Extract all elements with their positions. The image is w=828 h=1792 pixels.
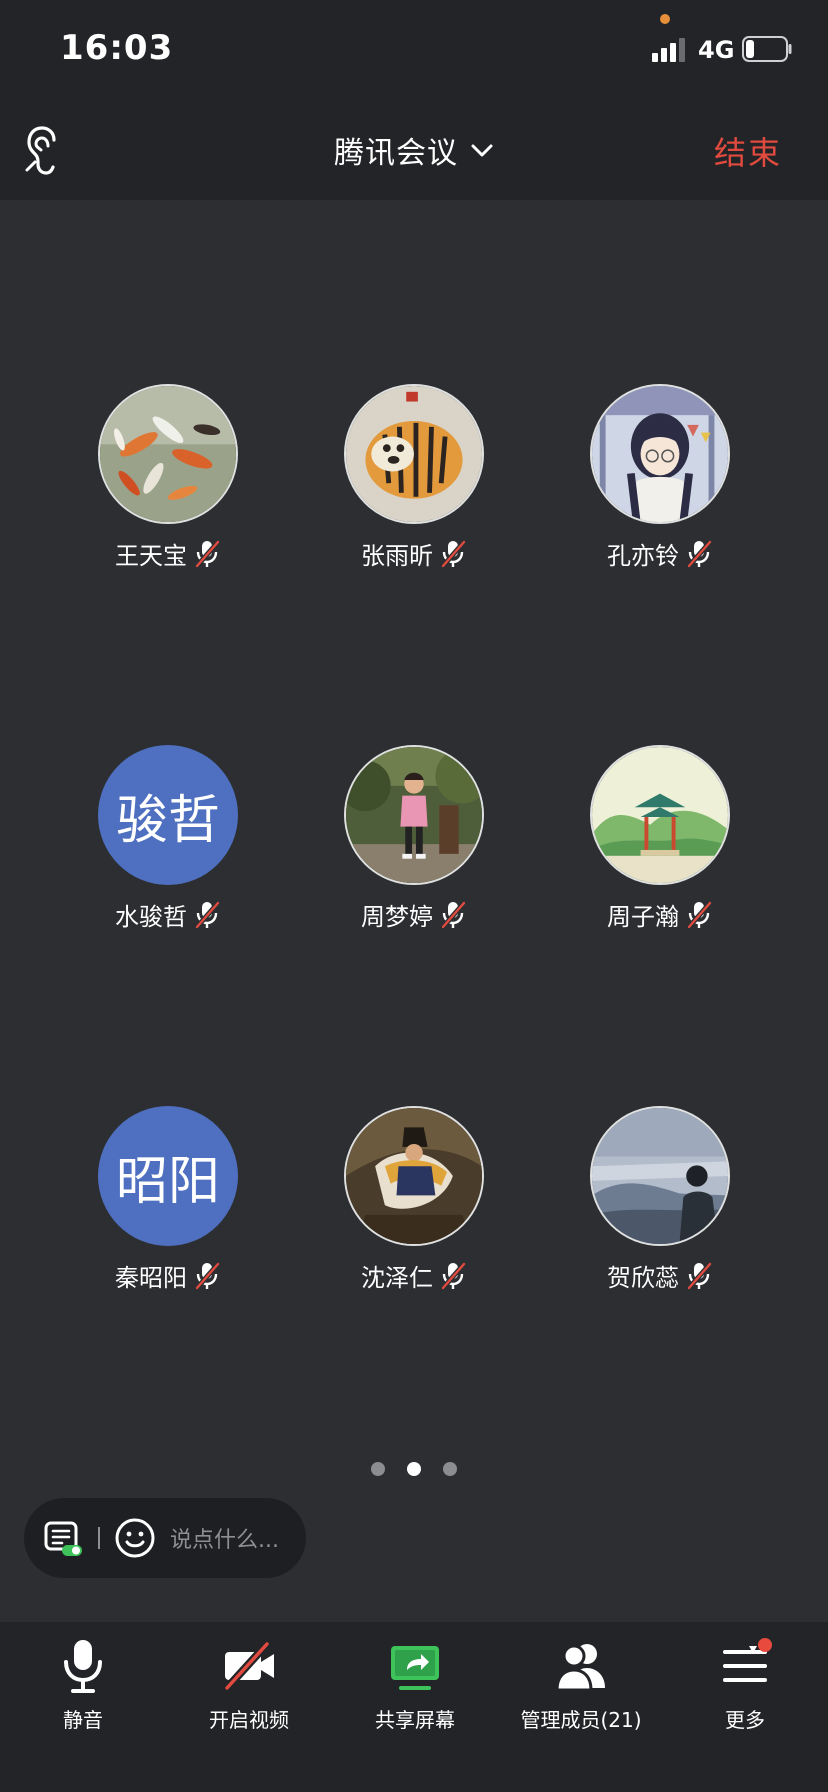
avatar: 昭阳 (98, 1106, 238, 1246)
participant-name: 孔亦铃 (607, 542, 679, 570)
video-off-icon (224, 1641, 274, 1691)
chat-divider (98, 1527, 100, 1549)
microphone-icon (64, 1640, 102, 1693)
page-dot[interactable] (443, 1462, 457, 1476)
mic-muted-icon (687, 539, 712, 568)
mic-muted-icon (687, 900, 712, 929)
page-dot[interactable] (371, 1462, 385, 1476)
more-label: 更多 (725, 1708, 765, 1732)
mute-label: 静音 (63, 1708, 103, 1732)
mute-button[interactable]: 静音 (0, 1636, 166, 1746)
members-icon (555, 1644, 605, 1692)
participant-grid: 王天宝 张雨昕 孔亦铃 骏哲 水骏哲 周梦婷 周子瀚 昭阳 秦昭阳 沈泽仁 贺欣… (0, 200, 828, 1430)
avatar (590, 384, 730, 524)
avatar (344, 745, 484, 885)
participant-tile[interactable]: 张雨昕 (314, 384, 514, 584)
participant-tile[interactable]: 王天宝 (68, 384, 268, 584)
meeting-header: 腾讯会议 结束 (0, 100, 828, 200)
meeting-title: 腾讯会议 (334, 136, 458, 171)
meeting-screen: 16:03 4G 腾讯会议 结束 王天宝 张雨昕 孔亦铃 骏哲 水骏哲 周梦婷 … (0, 0, 828, 1792)
avatar (344, 1106, 484, 1246)
status-bar: 16:03 4G (0, 0, 828, 100)
mic-muted-icon (441, 539, 466, 568)
participant-name: 周梦婷 (361, 903, 433, 931)
battery-icon (742, 36, 792, 62)
mic-muted-icon (687, 1261, 712, 1290)
network-type: 4G (698, 36, 735, 64)
avatar (98, 384, 238, 524)
mic-muted-icon (195, 1261, 220, 1290)
avatar (590, 1106, 730, 1246)
participant-name: 张雨昕 (361, 542, 433, 570)
participant-name: 周子瀚 (607, 903, 679, 931)
participant-tile[interactable]: 昭阳 秦昭阳 (68, 1106, 268, 1306)
participant-tile[interactable]: 骏哲 水骏哲 (68, 745, 268, 945)
share-screen-label: 共享屏幕 (375, 1708, 455, 1732)
participant-name: 贺欣蕊 (607, 1264, 679, 1292)
avatar (590, 745, 730, 885)
privacy-indicator-dot (660, 14, 670, 24)
cellular-signal-icon (652, 38, 685, 62)
end-meeting-button[interactable]: 结束 (714, 128, 782, 174)
ear-icon[interactable] (24, 126, 66, 176)
mic-muted-icon (441, 900, 466, 929)
meeting-title-dropdown[interactable]: 腾讯会议 (334, 128, 494, 172)
participant-name: 秦昭阳 (115, 1264, 187, 1292)
avatar: 骏哲 (98, 745, 238, 885)
participant-tile[interactable]: 周梦婷 (314, 745, 514, 945)
mic-muted-icon (441, 1261, 466, 1290)
participant-name: 水骏哲 (115, 903, 187, 931)
mic-muted-icon (195, 900, 220, 929)
participant-tile[interactable]: 贺欣蕊 (560, 1106, 760, 1306)
avatar (344, 384, 484, 524)
participant-name: 王天宝 (115, 542, 187, 570)
chevron-down-icon (471, 144, 493, 157)
mic-muted-icon (195, 539, 220, 568)
page-dot-active[interactable] (407, 1462, 421, 1476)
participant-tile[interactable]: 沈泽仁 (314, 1106, 514, 1306)
notification-dot (758, 1638, 772, 1652)
more-button[interactable]: 更多 (662, 1636, 828, 1746)
emoji-icon[interactable] (114, 1517, 156, 1559)
chat-settings-icon[interactable] (42, 1517, 84, 1559)
chat-input[interactable]: 说点什么... (170, 1522, 279, 1554)
manage-members-label: 管理成员(21) (520, 1708, 642, 1732)
participant-tile[interactable]: 孔亦铃 (560, 384, 760, 584)
bottom-toolbar: 静音 开启视频 共享屏幕 管理成员(21) 更多 (0, 1622, 828, 1792)
share-screen-icon (391, 1646, 439, 1690)
manage-members-button[interactable]: 管理成员(21) (498, 1636, 664, 1746)
participant-name: 沈泽仁 (361, 1264, 433, 1292)
start-video-button[interactable]: 开启视频 (166, 1636, 332, 1746)
chat-bar[interactable]: 说点什么... (24, 1498, 306, 1578)
status-time: 16:03 (60, 28, 174, 68)
share-screen-button[interactable]: 共享屏幕 (332, 1636, 498, 1746)
page-indicator[interactable] (0, 1462, 828, 1476)
participant-tile[interactable]: 周子瀚 (560, 745, 760, 945)
start-video-label: 开启视频 (209, 1708, 289, 1732)
